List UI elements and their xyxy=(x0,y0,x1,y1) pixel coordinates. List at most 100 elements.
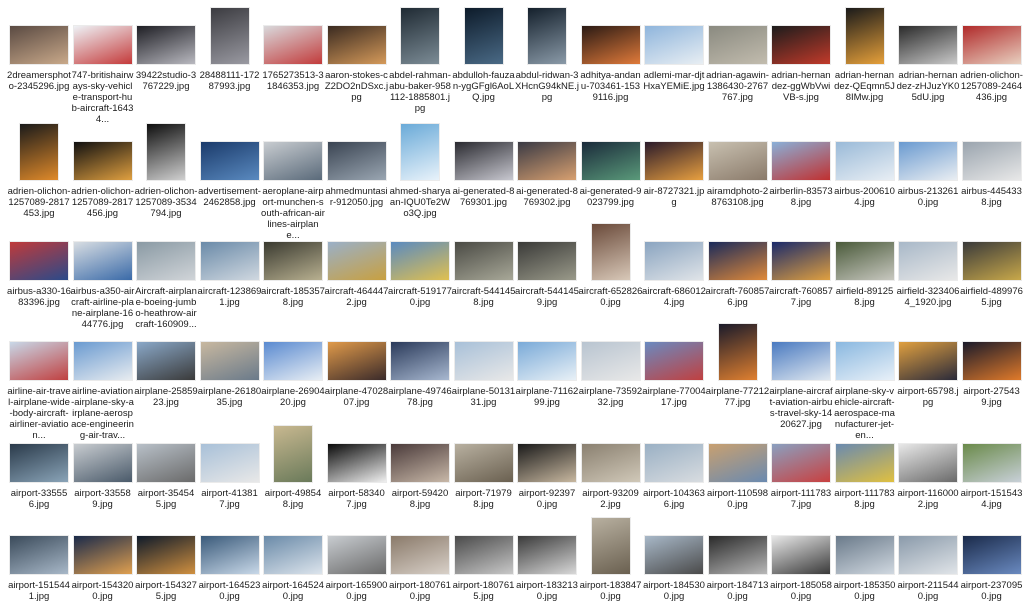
file-item[interactable]: adrien-olichon-1257089-3534794.jpg xyxy=(134,122,198,219)
file-item[interactable]: airport-2115440.jpg xyxy=(896,516,960,602)
file-item[interactable]: airport-1838470.jpg xyxy=(579,516,643,602)
file-item[interactable]: airport-719798.jpg xyxy=(452,424,516,510)
file-item[interactable]: airplane-5013131.jpg xyxy=(452,322,516,408)
file-name-label: airport-2370950.jpg xyxy=(960,580,1023,602)
file-item[interactable]: adlemi-mar-djtHxaYEMiE.jpg xyxy=(642,6,706,92)
file-item[interactable]: airplane-2585923.jpg xyxy=(134,322,198,408)
file-item[interactable]: airport-923970.jpg xyxy=(515,424,579,510)
file-item[interactable]: airfield-891258.jpg xyxy=(833,222,897,308)
file-item[interactable]: aircraft-5441458.jpg xyxy=(452,222,516,308)
file-item[interactable]: 747-britishairways-sky-vehicle-transport… xyxy=(71,6,135,125)
file-item[interactable]: airport-1515434.jpg xyxy=(960,424,1024,510)
file-thumbnail-frame xyxy=(7,516,71,574)
file-item[interactable]: airport-1807615.jpg xyxy=(452,516,516,602)
file-item[interactable]: airbus-a350-aircraft-airline-plane-airpl… xyxy=(71,222,135,330)
file-item[interactable]: airplane-4974678.jpg xyxy=(388,322,452,408)
file-item[interactable]: aircraft-7608577.jpg xyxy=(769,222,833,308)
file-thumbnail-frame xyxy=(642,6,706,64)
file-item[interactable]: airport-1117837.jpg xyxy=(769,424,833,510)
file-item[interactable]: airbus-2006104.jpg xyxy=(833,122,897,208)
file-item[interactable]: aircraft-5191770.jpg xyxy=(388,222,452,308)
file-item[interactable]: airport-1832130.jpg xyxy=(515,516,579,602)
file-name-label: 1765273513-31846353.jpg xyxy=(262,70,324,92)
file-item[interactable]: adrian-hernandez-QEqmn5J8IMw.jpg xyxy=(833,6,897,103)
file-item[interactable]: airport-1160002.jpg xyxy=(896,424,960,510)
file-item[interactable]: airport-1515441.jpg xyxy=(7,516,71,602)
file-thumbnail-frame xyxy=(134,424,198,482)
file-item[interactable]: adrien-olichon-1257089-2464436.jpg xyxy=(960,6,1024,103)
file-item[interactable]: airplane-2690420.jpg xyxy=(261,322,325,408)
file-item[interactable]: abdul-ridwan-3XHcnG94kNE.jpg xyxy=(515,6,579,103)
image-thumbnail xyxy=(73,142,132,180)
file-item[interactable]: airplane-7721277.jpg xyxy=(706,322,770,408)
file-item[interactable]: aircraft-5441459.jpg xyxy=(515,222,579,308)
file-item[interactable]: aircraft-6528260.jpg xyxy=(579,222,643,308)
file-item[interactable]: airplane-7359232.jpg xyxy=(579,322,643,408)
file-item[interactable]: airbus-a330-1683396.jpg xyxy=(7,222,71,308)
file-item[interactable]: airport-1117838.jpg xyxy=(833,424,897,510)
file-item[interactable]: airport-932092.jpg xyxy=(579,424,643,510)
file-item[interactable]: adrian-hernandez-ggWbVwiVB-s.jpg xyxy=(769,6,833,103)
file-item[interactable]: airport-498548.jpg xyxy=(261,424,325,510)
file-item[interactable]: airport-1807610.jpg xyxy=(388,516,452,602)
file-item[interactable]: airfield-3234064_1920.jpg xyxy=(896,222,960,308)
file-item[interactable]: ahmed-sharyaan-IQU0Te2Wo3Q.jpg xyxy=(388,122,452,219)
file-item[interactable]: airport-1645240.jpg xyxy=(261,516,325,602)
file-item[interactable]: advertisement-2462858.jpg xyxy=(198,122,262,208)
file-item[interactable]: airport-275439.jpg xyxy=(960,322,1024,408)
file-item[interactable]: airport-1845300.jpg xyxy=(642,516,706,602)
file-item[interactable]: airplane-7116299.jpg xyxy=(515,322,579,408)
file-item[interactable]: airport-2370950.jpg xyxy=(960,516,1024,602)
file-name-label: aaron-stokes-cZ2DO2nDSxc.jpg xyxy=(324,70,389,103)
file-item[interactable]: airport-1543275.jpg xyxy=(134,516,198,602)
file-item[interactable]: ahmedmuntasir-912050.jpg xyxy=(325,122,389,208)
file-item[interactable]: airport-1543200.jpg xyxy=(71,516,135,602)
file-item[interactable]: aaron-stokes-cZ2DO2nDSxc.jpg xyxy=(325,6,389,103)
file-item[interactable]: aircraft-1238691.jpg xyxy=(198,222,262,308)
file-item[interactable]: air-8727321.jpg xyxy=(642,122,706,208)
file-item[interactable]: airport-583407.jpg xyxy=(325,424,389,510)
file-item[interactable]: airport-1853500.jpg xyxy=(833,516,897,602)
file-item[interactable]: airplane-4702807.jpg xyxy=(325,322,389,408)
file-item[interactable]: adrien-olichon-1257089-2817456.jpg xyxy=(71,122,135,219)
file-item[interactable]: airport-354545.jpg xyxy=(134,424,198,510)
file-item[interactable]: ai-generated-8769301.jpg xyxy=(452,122,516,208)
file-item[interactable]: airplane-aircraft-aviation-airbus-travel… xyxy=(769,322,833,430)
file-item[interactable]: aircraft-4644472.jpg xyxy=(325,222,389,308)
file-item[interactable]: aircraft-1853578.jpg xyxy=(261,222,325,308)
file-item[interactable]: airport-413817.jpg xyxy=(198,424,262,510)
file-item[interactable]: 28488111-17287993.jpg xyxy=(198,6,262,92)
file-item[interactable]: Aircraft-airplane-boeing-jumbo-heathrow-… xyxy=(134,222,198,330)
file-item[interactable]: airplane-2618035.jpg xyxy=(198,322,262,408)
file-thumbnail-frame xyxy=(706,6,770,64)
file-item[interactable]: airplane-7700417.jpg xyxy=(642,322,706,408)
file-item[interactable]: 1765273513-31846353.jpg xyxy=(261,6,325,92)
file-item[interactable]: adrian-hernandez-zHJuzYK05dU.jpg xyxy=(896,6,960,103)
file-item[interactable]: 39422studio-3767229.jpg xyxy=(134,6,198,92)
file-item[interactable]: airport-335556.jpg xyxy=(7,424,71,510)
file-item[interactable]: airport-1850580.jpg xyxy=(769,516,833,602)
file-item[interactable]: airbus-4454338.jpg xyxy=(960,122,1024,208)
file-item[interactable]: airport-1645230.jpg xyxy=(198,516,262,602)
file-item[interactable]: airamdphoto-28763108.jpg xyxy=(706,122,770,208)
file-item[interactable]: airport-335589.jpg xyxy=(71,424,135,510)
file-item[interactable]: airport-65798.jpg xyxy=(896,322,960,408)
file-item[interactable]: airberlin-835738.jpg xyxy=(769,122,833,208)
file-item[interactable]: aircraft-7608576.jpg xyxy=(706,222,770,308)
file-item[interactable]: airport-1043636.jpg xyxy=(642,424,706,510)
file-item[interactable]: adrian-agawin-1386430-2767767.jpg xyxy=(706,6,770,103)
file-item[interactable]: airport-594208.jpg xyxy=(388,424,452,510)
file-item[interactable]: ai-generated-8769302.jpg xyxy=(515,122,579,208)
file-item[interactable]: airport-1659000.jpg xyxy=(325,516,389,602)
file-item[interactable]: adhitya-andanu-703461-1539116.jpg xyxy=(579,6,643,103)
file-item[interactable]: abdulloh-fauzan-ygGFgl6AoLQ.jpg xyxy=(452,6,516,103)
file-item[interactable]: airport-1105980.jpg xyxy=(706,424,770,510)
file-item[interactable]: 2dreamersphoto-2345296.jpg xyxy=(7,6,71,92)
file-item[interactable]: aircraft-6860124.jpg xyxy=(642,222,706,308)
file-item[interactable]: adrien-olichon-1257089-2817453.jpg xyxy=(7,122,71,219)
file-item[interactable]: airfield-4899765.jpg xyxy=(960,222,1024,308)
file-item[interactable]: airport-1847130.jpg xyxy=(706,516,770,602)
file-item[interactable]: ai-generated-9023799.jpg xyxy=(579,122,643,208)
file-item[interactable]: airbus-2132610.jpg xyxy=(896,122,960,208)
file-item[interactable]: abdel-rahman-abu-baker-958112-1885801.jp… xyxy=(388,6,452,114)
